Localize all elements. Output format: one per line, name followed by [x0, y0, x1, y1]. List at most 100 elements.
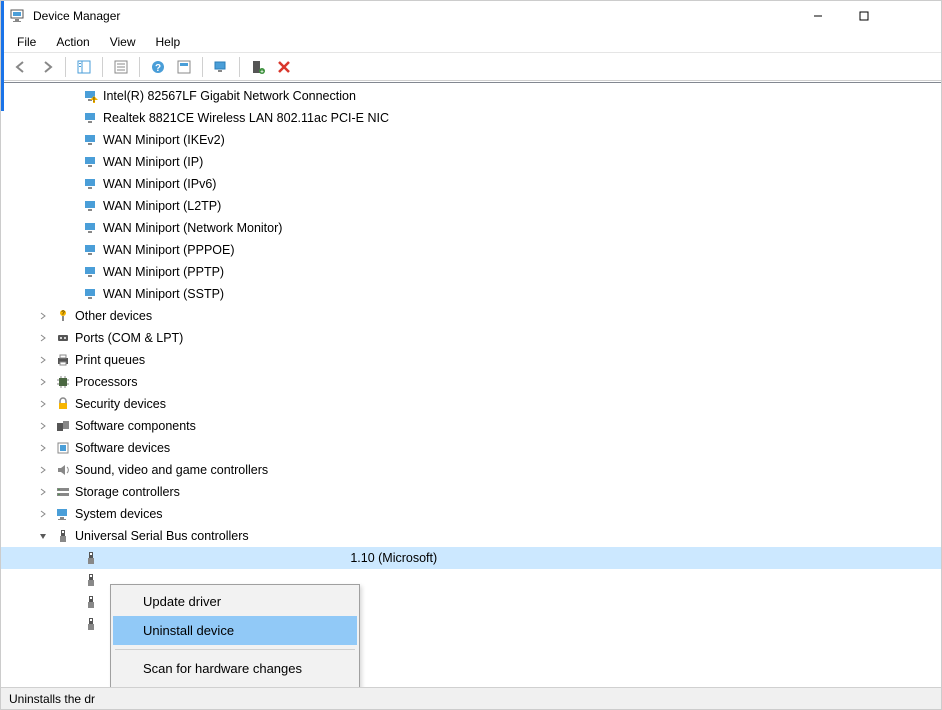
expand-arrow-icon[interactable]: [37, 310, 49, 322]
tree-item[interactable]: WAN Miniport (IP): [1, 151, 941, 173]
tree-item[interactable]: WAN Miniport (SSTP): [1, 283, 941, 305]
tree-item[interactable]: WAN Miniport (PPTP): [1, 261, 941, 283]
tree-category[interactable]: Sound, video and game controllers: [1, 459, 941, 481]
context-menu: Update driver Uninstall device Scan for …: [110, 584, 360, 687]
context-uninstall-device[interactable]: Uninstall device: [113, 616, 357, 645]
network-adapter-icon: [83, 176, 99, 192]
tree-label: WAN Miniport (SSTP): [103, 287, 224, 301]
storage-icon: [55, 484, 71, 500]
toolbar-separator: [202, 57, 203, 77]
network-adapter-icon: [83, 264, 99, 280]
usb-device-icon: [83, 594, 99, 610]
svg-text:?: ?: [155, 63, 161, 74]
tree-category[interactable]: Storage controllers: [1, 481, 941, 503]
scan-hardware-button[interactable]: [209, 55, 233, 79]
tree-label: Print queues: [75, 353, 145, 367]
menubar: File Action View Help: [1, 31, 941, 53]
printer-icon: [55, 352, 71, 368]
expand-arrow-icon[interactable]: [37, 354, 49, 366]
tree-category[interactable]: Security devices: [1, 393, 941, 415]
software-component-icon: [55, 418, 71, 434]
tree-category[interactable]: Print queues: [1, 349, 941, 371]
network-adapter-icon: [83, 286, 99, 302]
show-hide-tree-button[interactable]: [72, 55, 96, 79]
network-adapter-icon: [83, 242, 99, 258]
tree-item-selected[interactable]: Intel(R) USB 3.1 eXtensible Host Control…: [1, 547, 941, 569]
expand-arrow-icon[interactable]: [37, 398, 49, 410]
svg-text:+: +: [260, 69, 264, 75]
expand-arrow-icon[interactable]: [37, 420, 49, 432]
tree-item[interactable]: WAN Miniport (IPv6): [1, 173, 941, 195]
toolbar-separator: [139, 57, 140, 77]
tree-label: Intel(R) 82567LF Gigabit Network Connect…: [103, 89, 356, 103]
expand-arrow-icon[interactable]: [37, 376, 49, 388]
menu-help[interactable]: Help: [146, 33, 191, 51]
tree-item[interactable]: WAN Miniport (IKEv2): [1, 129, 941, 151]
tree-label: WAN Miniport (IP): [103, 155, 203, 169]
titlebar: Device Manager: [1, 1, 941, 31]
tree-label: WAN Miniport (IKEv2): [103, 133, 225, 147]
action-button[interactable]: [172, 55, 196, 79]
tree-item[interactable]: WAN Miniport (L2TP): [1, 195, 941, 217]
uninstall-button[interactable]: [272, 55, 296, 79]
tree-label: WAN Miniport (L2TP): [103, 199, 221, 213]
toolbar-separator: [102, 57, 103, 77]
toolbar-separator: [65, 57, 66, 77]
tree-label: WAN Miniport (PPPOE): [103, 243, 235, 257]
device-tree[interactable]: ! Intel(R) 82567LF Gigabit Network Conne…: [1, 82, 941, 687]
tree-label: Sound, video and game controllers: [75, 463, 268, 477]
tree-label: Realtek 8821CE Wireless LAN 802.11ac PCI…: [103, 111, 389, 125]
maximize-button[interactable]: [841, 1, 887, 31]
context-scan-hardware[interactable]: Scan for hardware changes: [113, 654, 357, 683]
device-manager-window: Device Manager File Action View Help: [0, 0, 942, 710]
expand-arrow-icon[interactable]: [37, 332, 49, 344]
tree-item[interactable]: WAN Miniport (Network Monitor): [1, 217, 941, 239]
tree-item[interactable]: WAN Miniport (PPPOE): [1, 239, 941, 261]
network-adapter-icon: [83, 220, 99, 236]
network-adapter-icon: [83, 198, 99, 214]
svg-text:!: !: [93, 97, 95, 104]
expand-arrow-icon[interactable]: [37, 442, 49, 454]
other-devices-icon: ?: [55, 308, 71, 324]
tree-category[interactable]: Universal Serial Bus controllers: [1, 525, 941, 547]
menu-view[interactable]: View: [100, 33, 146, 51]
tree-category[interactable]: Processors: [1, 371, 941, 393]
window-controls: [795, 1, 933, 31]
tree-category[interactable]: Ports (COM & LPT): [1, 327, 941, 349]
system-device-icon: [55, 506, 71, 522]
toolbar: ? +: [1, 53, 941, 81]
tree-label: Ports (COM & LPT): [75, 331, 183, 345]
expand-arrow-icon[interactable]: [37, 508, 49, 520]
expand-arrow-icon[interactable]: [37, 464, 49, 476]
sound-icon: [55, 462, 71, 478]
tree-item[interactable]: ! Intel(R) 82567LF Gigabit Network Conne…: [1, 85, 941, 107]
tree-label-suffix: 1.10 (Microsoft): [350, 551, 437, 565]
minimize-button[interactable]: [795, 1, 841, 31]
forward-button[interactable]: [35, 55, 59, 79]
menu-action[interactable]: Action: [46, 33, 99, 51]
statusbar-text: Uninstalls the dr: [9, 692, 95, 706]
tree-item[interactable]: Realtek 8821CE Wireless LAN 802.11ac PCI…: [1, 107, 941, 129]
tree-category[interactable]: ? Other devices: [1, 305, 941, 327]
network-adapter-icon: !: [83, 88, 99, 104]
menu-file[interactable]: File: [7, 33, 46, 51]
network-adapter-icon: [83, 110, 99, 126]
back-button[interactable]: [9, 55, 33, 79]
tree-label: WAN Miniport (IPv6): [103, 177, 216, 191]
tree-label: Universal Serial Bus controllers: [75, 529, 249, 543]
context-separator: [115, 649, 355, 650]
help-button[interactable]: ?: [146, 55, 170, 79]
toolbar-separator: [239, 57, 240, 77]
context-update-driver[interactable]: Update driver: [113, 587, 357, 616]
expand-arrow-icon[interactable]: [37, 486, 49, 498]
expand-arrow-icon[interactable]: [37, 530, 49, 542]
tree-category[interactable]: System devices: [1, 503, 941, 525]
tree-label: Storage controllers: [75, 485, 180, 499]
tree-label: Security devices: [75, 397, 166, 411]
close-button[interactable]: [887, 1, 933, 31]
statusbar: Uninstalls the dr: [1, 687, 941, 709]
tree-category[interactable]: Software devices: [1, 437, 941, 459]
tree-category[interactable]: Software components: [1, 415, 941, 437]
add-legacy-button[interactable]: +: [246, 55, 270, 79]
properties-button[interactable]: [109, 55, 133, 79]
